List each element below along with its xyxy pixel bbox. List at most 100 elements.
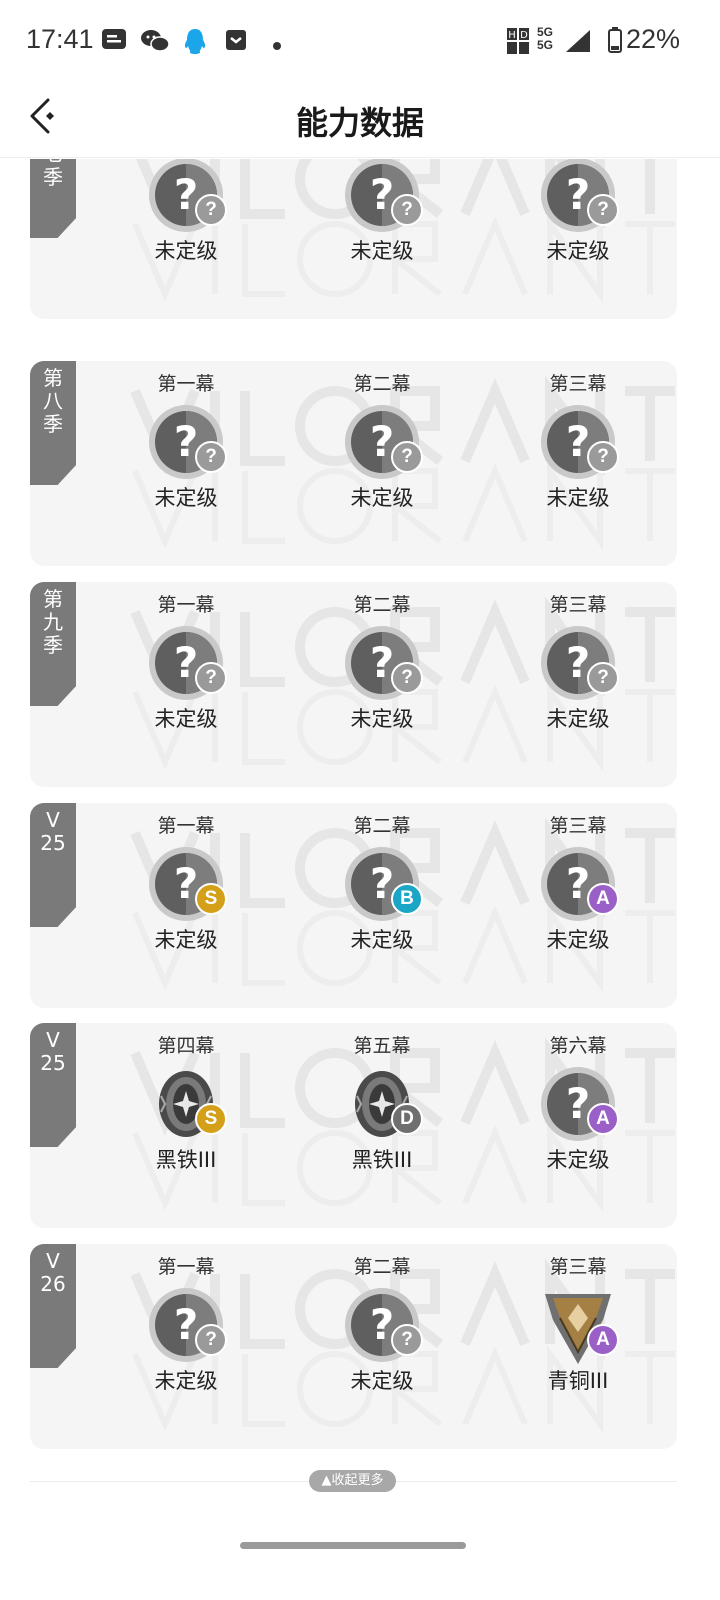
act-item[interactable]: 第三幕 A 青铜III xyxy=(518,1254,638,1396)
act-item[interactable]: 第二幕??未定级 xyxy=(322,371,442,513)
svg-text:H: H xyxy=(508,30,516,41)
act-item[interactable]: 第二幕??未定级 xyxy=(322,1254,442,1396)
grade-badge: ? xyxy=(391,441,423,473)
act-item[interactable]: 第一幕?? 未定级 xyxy=(126,371,246,513)
act-item[interactable]: 第二幕 ? B 未定级 xyxy=(322,813,442,955)
season-tag: V 25 xyxy=(30,1023,76,1147)
act-title: 第二幕 xyxy=(353,373,411,395)
grade-badge: D xyxy=(391,1103,423,1135)
page-title: 能力数据 xyxy=(295,104,424,142)
act-title: 第一幕 xyxy=(157,373,215,395)
act-item[interactable]: 第一幕?? 未定级 xyxy=(126,592,246,734)
season-tag-text: 季 xyxy=(43,412,63,436)
act-title: 第一幕 xyxy=(157,815,215,837)
rank-label: 未定级 xyxy=(546,486,610,510)
act-title: 第六幕 xyxy=(549,1035,607,1057)
season-tag-text: 八 xyxy=(43,389,63,413)
rank-label: 黑铁III xyxy=(351,1148,413,1172)
unranked-rank-icon: ?? xyxy=(141,622,231,704)
rank-label: 未定级 xyxy=(154,486,218,510)
season-card: 第七季第一幕??未定级第二幕??未定级第三幕??未定级 xyxy=(30,159,677,319)
season-tag: V 25 xyxy=(30,803,76,927)
message-icon xyxy=(101,28,127,56)
status-time: 17:41 xyxy=(26,24,94,54)
act-item[interactable]: 第六幕 ? A 未定级 xyxy=(518,1033,638,1175)
rank-label: 未定级 xyxy=(546,928,610,952)
collapse-more-button[interactable]: ▲收起更多 xyxy=(309,1470,396,1492)
grade-badge: ? xyxy=(587,441,619,473)
unranked-rank-icon: ?? xyxy=(337,1284,427,1366)
act-item[interactable]: 第三幕??未定级 xyxy=(518,592,638,734)
season-card: 第八季 第一幕?? 未定级 第二幕?? 未定级 第三幕?? 未定级 xyxy=(30,361,677,566)
unranked-rank-icon: ? A xyxy=(533,1063,623,1145)
grade-badge: ? xyxy=(195,194,227,226)
season-tag: 第七季 xyxy=(30,159,76,238)
grade-badge: ? xyxy=(195,662,227,694)
rank-label: 未定级 xyxy=(154,1369,218,1393)
network-type-2: 5G xyxy=(537,38,554,52)
act-title: 第三幕 xyxy=(549,1256,607,1278)
act-item[interactable]: 第二幕??未定级 xyxy=(322,159,442,266)
grade-badge: ? xyxy=(587,662,619,694)
grade-badge: A xyxy=(587,883,619,915)
season-tag: 第九季 xyxy=(30,582,76,706)
unranked-rank-icon: ?? xyxy=(337,159,427,236)
act-item[interactable]: 第一幕 ? S 未定级 xyxy=(126,813,246,955)
act-item[interactable]: 第五幕 D 黑铁III xyxy=(322,1033,442,1175)
season-card: V 26 第一幕?? 未定级 第二幕?? 未定级 第三幕 A 青铜III xyxy=(30,1244,677,1449)
iron-rank-icon: S xyxy=(141,1063,231,1145)
season-tag-text: V xyxy=(46,1028,60,1052)
act-title: 第三幕 xyxy=(549,815,607,837)
dot-icon xyxy=(272,36,282,55)
rank-label: 未定级 xyxy=(350,928,414,952)
mail-icon xyxy=(224,28,248,56)
rank-label: 未定级 xyxy=(154,707,218,731)
network-type-1: 5G xyxy=(537,25,554,39)
season-tag: V 26 xyxy=(30,1244,76,1368)
act-title: 第三幕 xyxy=(549,373,607,395)
act-item[interactable]: 第三幕??未定级 xyxy=(518,371,638,513)
network-type: 5G 5G xyxy=(537,26,553,52)
act-item[interactable]: 第三幕??未定级 xyxy=(518,159,638,266)
svg-text:D: D xyxy=(520,30,528,41)
act-title: 第四幕 xyxy=(157,1035,215,1057)
grade-badge: ? xyxy=(195,441,227,473)
season-tag-text: 九 xyxy=(43,610,63,634)
unranked-rank-icon: ? B xyxy=(337,843,427,925)
grade-badge: A xyxy=(587,1103,619,1135)
rank-label: 未定级 xyxy=(546,1148,610,1172)
season-list[interactable]: 第七季第一幕??未定级第二幕??未定级第三幕??未定级第八季第一幕??未定级第二… xyxy=(0,159,720,1499)
act-item[interactable]: 第二幕??未定级 xyxy=(322,592,442,734)
act-title: 第一幕 xyxy=(157,1256,215,1278)
season-tag: 第八季 xyxy=(30,361,76,485)
season-tag-text: V xyxy=(46,808,60,832)
season-tag-text: 第 xyxy=(43,587,63,611)
hd-icon: HD xyxy=(506,27,530,59)
grade-badge: ? xyxy=(587,194,619,226)
home-indicator[interactable] xyxy=(240,1542,466,1549)
act-item[interactable]: 第三幕 ? A 未定级 xyxy=(518,813,638,955)
unranked-rank-icon: ? A xyxy=(533,843,623,925)
act-item[interactable]: 第一幕?? 未定级 xyxy=(126,1254,246,1396)
signal-icon xyxy=(564,28,592,58)
season-tag-text: 季 xyxy=(43,165,63,189)
rank-label: 未定级 xyxy=(154,928,218,952)
act-item[interactable]: 第一幕??未定级 xyxy=(126,159,246,266)
qq-icon xyxy=(182,28,208,60)
rank-label: 未定级 xyxy=(154,239,218,263)
battery-percentage: 22% xyxy=(625,24,680,54)
unranked-rank-icon: ?? xyxy=(141,1284,231,1366)
season-card: V 25 第一幕 ? S 未定级 第二幕 ? B 未定级 第三幕 ? A 未定级 xyxy=(30,803,677,1008)
act-title: 第一幕 xyxy=(157,594,215,616)
grade-badge: ? xyxy=(391,194,423,226)
season-card: 第九季 第一幕?? 未定级 第二幕?? 未定级 第三幕?? 未定级 xyxy=(30,582,677,787)
season-tag-text: 季 xyxy=(43,633,63,657)
season-card: V 25 第四幕 S 黑铁III 第五幕 D 黑铁III 第六幕 ? A 未定级 xyxy=(30,1023,677,1228)
act-item[interactable]: 第四幕 S 黑铁III xyxy=(126,1033,246,1175)
act-title: 第二幕 xyxy=(353,594,411,616)
unranked-rank-icon: ?? xyxy=(337,622,427,704)
unranked-rank-icon: ?? xyxy=(533,159,623,236)
season-tag-text: 25 xyxy=(40,831,66,855)
unranked-rank-icon: ?? xyxy=(141,401,231,483)
act-title: 第五幕 xyxy=(353,1035,411,1057)
